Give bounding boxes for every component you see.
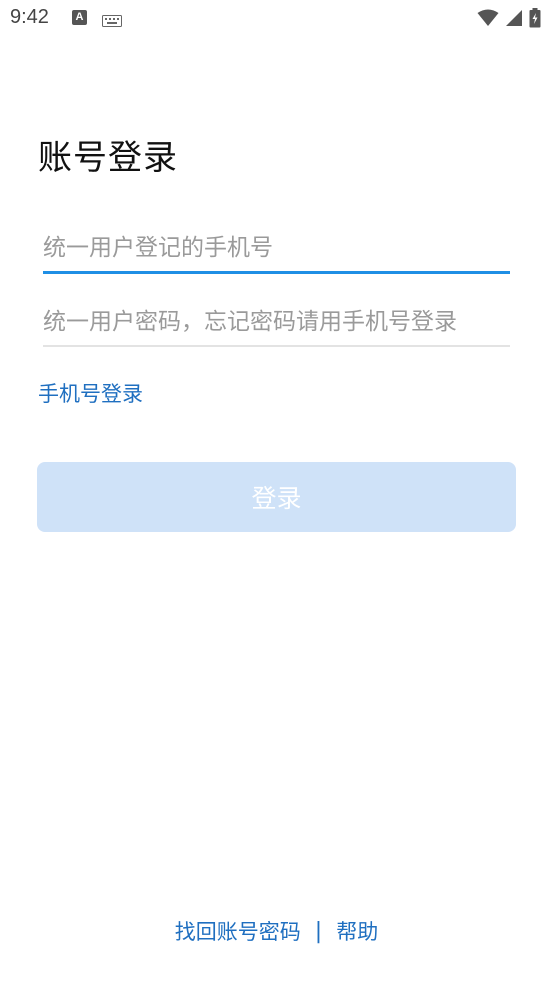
- wifi-icon: [477, 9, 499, 31]
- battery-icon: [529, 8, 541, 32]
- status-bar: 9:42 A: [0, 0, 553, 38]
- page-title: 账号登录: [38, 138, 178, 178]
- status-right-icons: [477, 8, 541, 32]
- username-underline: [43, 271, 510, 274]
- password-underline: [43, 345, 510, 347]
- password-field-wrapper: [43, 302, 510, 347]
- footer-separator: |: [314, 918, 323, 944]
- footer-links: 找回账号密码 | 帮助: [0, 916, 553, 946]
- login-button[interactable]: 登录: [37, 462, 516, 532]
- notification-app-icon: A: [72, 10, 87, 25]
- password-input[interactable]: [43, 302, 510, 342]
- username-field-wrapper: [43, 228, 510, 274]
- username-input[interactable]: [43, 228, 510, 268]
- status-time: 9:42: [10, 6, 49, 28]
- help-link[interactable]: 帮助: [336, 916, 378, 946]
- phone-login-link[interactable]: 手机号登录: [38, 378, 143, 408]
- recover-account-link[interactable]: 找回账号密码: [175, 916, 301, 946]
- keyboard-icon: [102, 12, 122, 31]
- cellular-signal-icon: [505, 9, 523, 31]
